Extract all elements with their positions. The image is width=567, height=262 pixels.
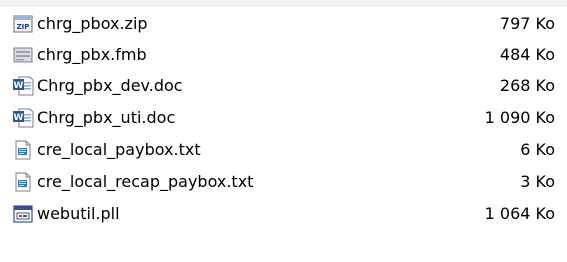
word-document-icon: W (12, 107, 34, 129)
file-size: 6 Ko (520, 140, 555, 159)
file-row-chrg-pbx-uti-doc[interactable]: W Chrg_pbx_uti.doc 1 090 Ko (0, 102, 567, 134)
svg-text:ZIP: ZIP (17, 23, 30, 31)
file-list: ZIP chrg_pbox.zip 797 Ko chrg_pbx.fmb 48… (0, 7, 567, 262)
form-file-icon (12, 44, 34, 66)
zip-archive-icon: ZIP (12, 13, 34, 35)
file-size: 797 Ko (499, 14, 555, 33)
file-row-chrg-pbox-zip[interactable]: ZIP chrg_pbox.zip 797 Ko (0, 8, 567, 40)
file-row-chrg-pbx-dev-doc[interactable]: W Chrg_pbx_dev.doc 268 Ko (0, 70, 567, 102)
file-name: chrg_pbox.zip (37, 14, 148, 33)
file-name: chrg_pbx.fmb (37, 45, 147, 64)
file-name: cre_local_paybox.txt (37, 140, 201, 159)
file-size: 3 Ko (520, 172, 555, 191)
svg-text:W: W (14, 113, 24, 123)
file-name: webutil.pll (37, 204, 120, 223)
file-row-cre-local-paybox-txt[interactable]: cre_local_paybox.txt 6 Ko (0, 134, 567, 166)
file-row-webutil-pll[interactable]: webutil.pll 1 064 Ko (0, 198, 567, 230)
library-file-icon (12, 203, 34, 225)
file-size: 1 064 Ko (484, 204, 555, 223)
file-name: Chrg_pbx_uti.doc (37, 108, 176, 127)
text-file-icon (12, 171, 34, 193)
file-name: Chrg_pbx_dev.doc (37, 76, 183, 95)
file-size: 1 090 Ko (484, 108, 555, 127)
file-row-cre-local-recap-paybox-txt[interactable]: cre_local_recap_paybox.txt 3 Ko (0, 166, 567, 198)
text-file-icon (12, 139, 34, 161)
file-size: 268 Ko (499, 76, 555, 95)
file-size: 484 Ko (499, 45, 555, 64)
word-document-icon: W (12, 75, 34, 97)
file-name: cre_local_recap_paybox.txt (37, 172, 254, 191)
file-explorer-pane: ZIP chrg_pbox.zip 797 Ko chrg_pbx.fmb 48… (0, 0, 567, 262)
file-row-chrg-pbx-fmb[interactable]: chrg_pbx.fmb 484 Ko (0, 39, 567, 71)
svg-text:W: W (14, 81, 24, 91)
